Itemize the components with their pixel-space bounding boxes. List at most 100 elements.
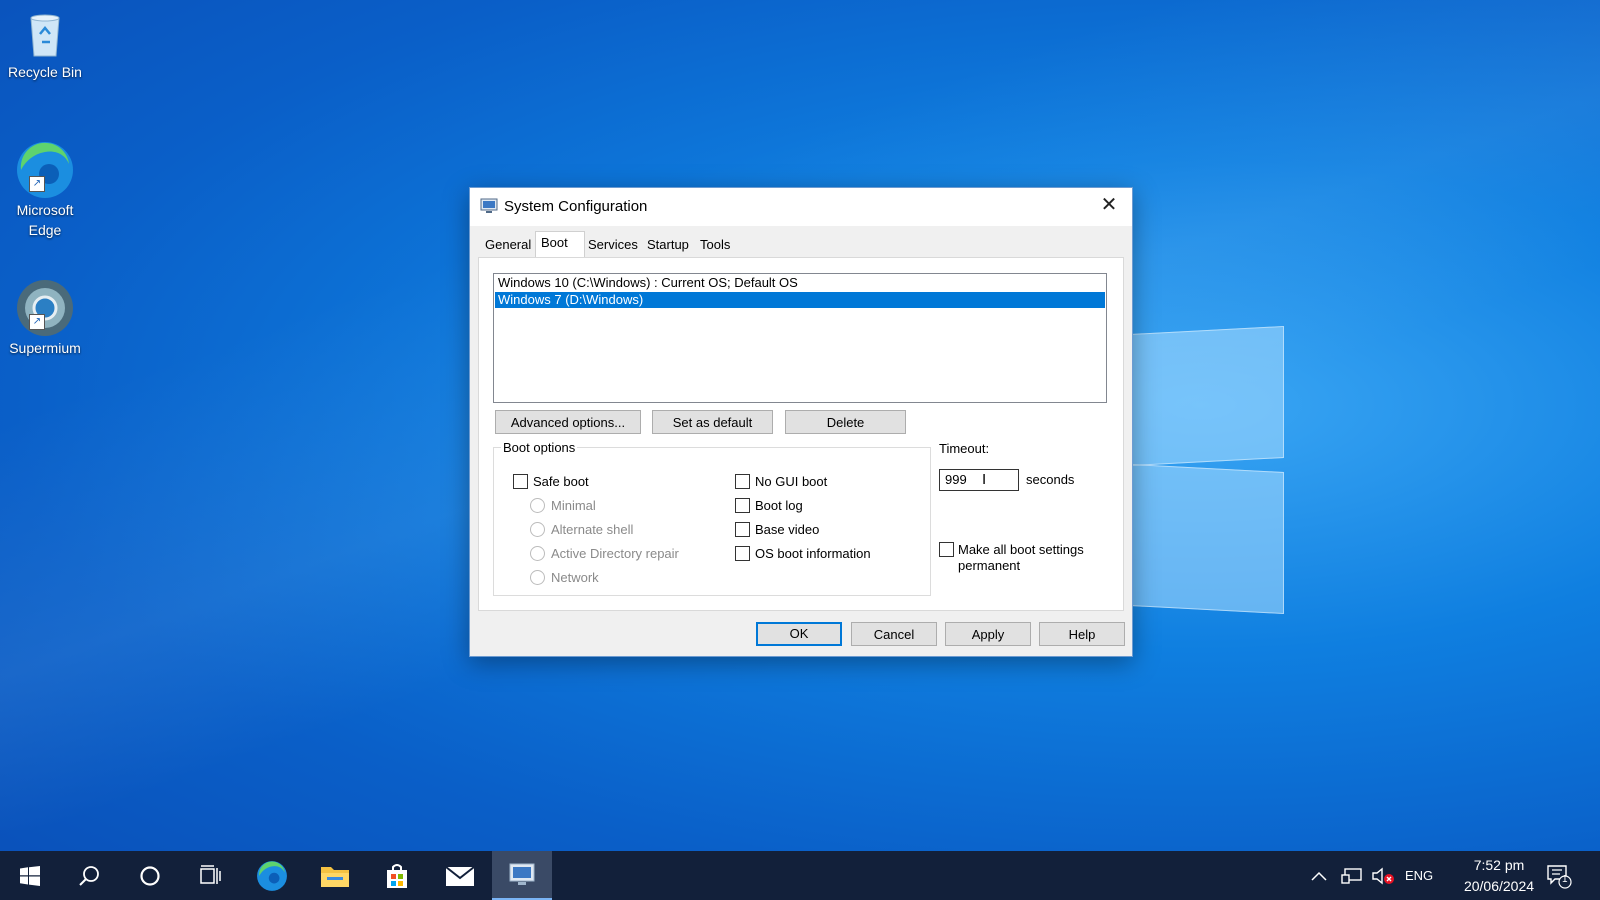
no-gui-boot-checkbox[interactable]: No GUI boot xyxy=(735,474,827,490)
network-radio: Network xyxy=(530,570,599,586)
tab-general[interactable]: General xyxy=(480,235,536,255)
checkbox-box xyxy=(735,546,750,562)
os-boot-information-label: OS boot information xyxy=(755,546,871,561)
help-button[interactable]: Help xyxy=(1039,622,1125,646)
os-list-item-selected[interactable]: Windows 7 (D:\Windows) xyxy=(495,292,1105,308)
clock-time: 7:52 pm xyxy=(1473,857,1525,873)
volume-muted-icon xyxy=(1372,867,1394,884)
network-tray-button[interactable] xyxy=(1341,851,1363,900)
desktop-icon-label: Recycle Bin xyxy=(8,64,82,80)
boot-log-label: Boot log xyxy=(755,498,803,513)
tab-boot[interactable]: Boot xyxy=(535,231,585,258)
cortana-circle-icon xyxy=(140,865,160,886)
taskbar: ENG 7:52 pm 20/06/2024 1 xyxy=(0,851,1600,900)
minimal-label: Minimal xyxy=(551,498,596,513)
desktop-icon-microsoft-edge[interactable]: ↗ Microsoft Edge xyxy=(4,140,86,240)
network-icon xyxy=(1341,867,1362,884)
desktop-icon-label: Supermium xyxy=(9,340,81,356)
msconfig-icon xyxy=(509,863,535,885)
desktop-icon-supermium[interactable]: ↗ Supermium xyxy=(4,278,86,356)
checkbox-box xyxy=(735,498,750,514)
clock-date: 20/06/2024 xyxy=(1463,878,1535,894)
tab-startup[interactable]: Startup xyxy=(642,235,694,255)
boot-log-checkbox[interactable]: Boot log xyxy=(735,498,803,514)
edge-icon xyxy=(257,860,287,891)
notification-icon xyxy=(1547,864,1572,889)
base-video-label: Base video xyxy=(755,522,820,537)
set-as-default-button[interactable]: Set as default xyxy=(652,410,773,434)
radio-circle xyxy=(530,498,545,514)
search-icon xyxy=(79,865,99,886)
tab-services[interactable]: Services xyxy=(583,235,643,255)
timeout-unit: seconds xyxy=(1026,472,1075,487)
checkbox-box xyxy=(939,542,954,558)
windows-logo-wallpaper xyxy=(1130,318,1290,618)
boot-options-label: Boot options xyxy=(501,440,578,455)
radio-circle xyxy=(530,546,545,562)
search-button[interactable] xyxy=(60,851,120,900)
ok-button[interactable]: OK xyxy=(756,622,842,646)
task-view-button[interactable] xyxy=(180,851,240,900)
show-hidden-icons-button[interactable] xyxy=(1310,851,1328,900)
close-icon: ✕ xyxy=(1100,194,1118,216)
taskbar-msconfig-button[interactable] xyxy=(492,851,552,900)
shortcut-arrow-icon: ↗ xyxy=(29,176,45,192)
system-configuration-dialog: System Configuration ✕ General Boot Serv… xyxy=(469,187,1133,657)
chevron-up-icon xyxy=(1311,871,1327,881)
minimal-radio: Minimal xyxy=(530,498,596,514)
taskbar-mail-button[interactable] xyxy=(430,851,490,900)
edge-icon: ↗ xyxy=(17,140,73,198)
windows-start-icon xyxy=(20,865,40,886)
start-button[interactable] xyxy=(0,851,60,900)
msconfig-icon xyxy=(480,198,498,214)
shortcut-arrow-icon: ↗ xyxy=(29,314,45,330)
timeout-label: Timeout: xyxy=(939,441,990,456)
advanced-options-button[interactable]: Advanced options... xyxy=(495,410,641,434)
store-bag-icon xyxy=(387,863,407,888)
text-cursor-icon: I xyxy=(982,472,986,488)
action-center-button[interactable]: 1 xyxy=(1546,851,1572,900)
volume-tray-button[interactable] xyxy=(1371,851,1395,900)
active-directory-repair-label: Active Directory repair xyxy=(551,546,679,561)
make-permanent-label-line2: permanent xyxy=(958,558,1021,573)
network-label: Network xyxy=(551,570,599,585)
dialog-title: System Configuration xyxy=(504,198,648,215)
apply-button[interactable]: Apply xyxy=(945,622,1031,646)
desktop-icon-recycle-bin[interactable]: Recycle Bin xyxy=(4,8,86,80)
delete-button[interactable]: Delete xyxy=(785,410,906,434)
dialog-titlebar[interactable]: System Configuration ✕ xyxy=(470,188,1132,226)
tab-tools[interactable]: Tools xyxy=(695,235,735,255)
os-list-item[interactable]: Windows 10 (C:\Windows) : Current OS; De… xyxy=(495,275,1105,291)
taskbar-edge-button[interactable] xyxy=(242,851,302,900)
cortana-button[interactable] xyxy=(120,851,180,900)
safe-boot-checkbox[interactable]: Safe boot xyxy=(513,474,589,490)
os-boot-information-checkbox[interactable]: OS boot information xyxy=(735,546,871,562)
checkbox-box xyxy=(735,522,750,538)
no-gui-boot-label: No GUI boot xyxy=(755,474,828,489)
boot-tab-panel: Windows 10 (C:\Windows) : Current OS; De… xyxy=(478,257,1124,611)
taskbar-file-explorer-button[interactable] xyxy=(305,851,365,900)
safe-boot-label: Safe boot xyxy=(533,474,589,489)
os-list[interactable]: Windows 10 (C:\Windows) : Current OS; De… xyxy=(493,273,1107,403)
active-directory-repair-radio: Active Directory repair xyxy=(530,546,679,562)
make-permanent-label: Make all boot settings permanent xyxy=(958,542,1084,574)
desktop-icon-label: Microsoft Edge xyxy=(16,202,74,238)
cancel-button[interactable]: Cancel xyxy=(851,622,937,646)
notification-count-badge: 1 xyxy=(1562,874,1568,885)
supermium-icon: ↗ xyxy=(17,278,73,336)
radio-circle xyxy=(530,570,545,586)
clock[interactable]: 7:52 pm 20/06/2024 xyxy=(1454,855,1544,897)
close-button[interactable]: ✕ xyxy=(1086,188,1132,222)
make-permanent-checkbox[interactable] xyxy=(939,542,959,558)
alternate-shell-label: Alternate shell xyxy=(551,522,634,537)
timeout-input[interactable]: 999 xyxy=(939,469,1019,491)
checkbox-box xyxy=(735,474,750,490)
language-indicator[interactable]: ENG xyxy=(1405,851,1433,900)
folder-icon xyxy=(321,866,349,887)
alternate-shell-radio: Alternate shell xyxy=(530,522,633,538)
checkbox-box xyxy=(513,474,528,490)
task-view-icon xyxy=(200,864,221,884)
make-permanent-label-line1: Make all boot settings xyxy=(958,542,1084,557)
base-video-checkbox[interactable]: Base video xyxy=(735,522,819,538)
taskbar-store-button[interactable] xyxy=(367,851,427,900)
